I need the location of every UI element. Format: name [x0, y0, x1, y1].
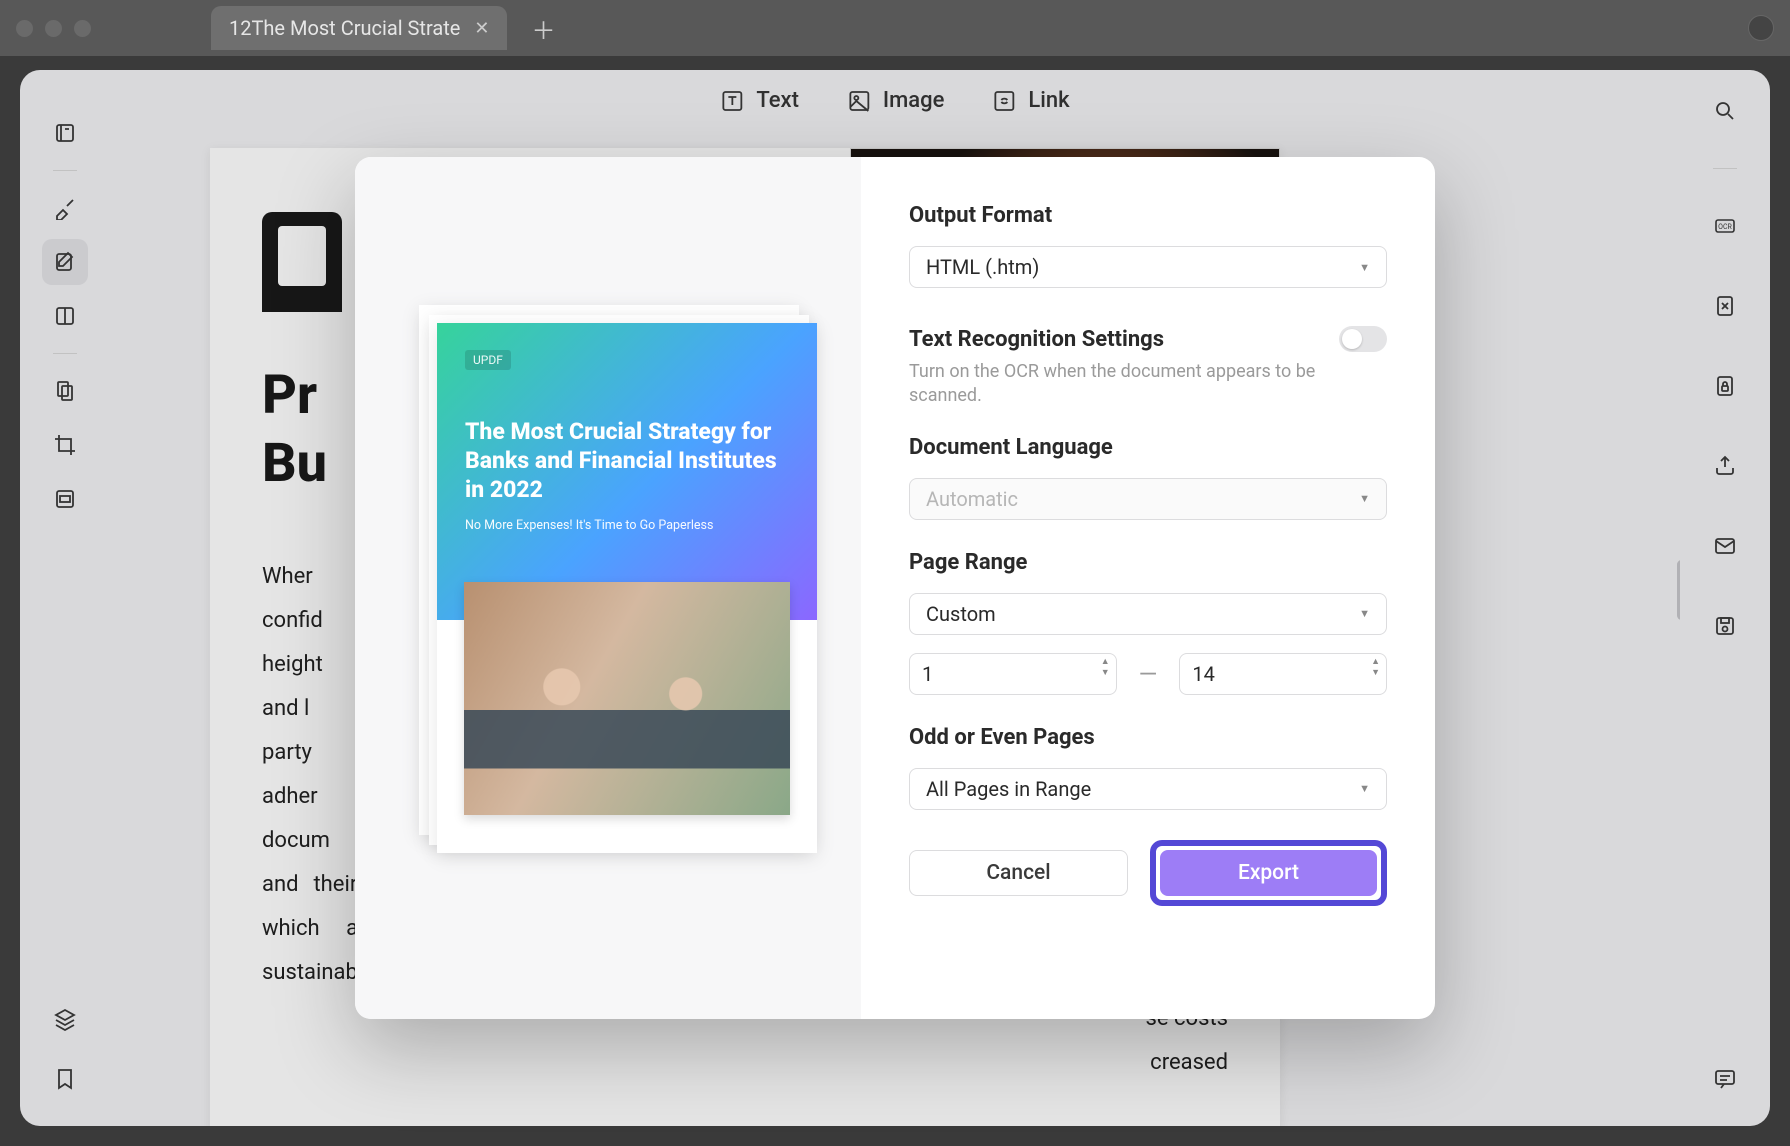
minimize-window-icon[interactable] [45, 20, 62, 37]
chevron-down-icon: ▼ [1359, 782, 1370, 795]
modal-backdrop: UPDF The Most Crucial Strategy for Banks… [20, 70, 1770, 1126]
cover-logo: UPDF [465, 350, 511, 370]
chevron-down-icon: ▼ [1359, 607, 1370, 620]
ocr-label: Text Recognition Settings [909, 327, 1164, 352]
export-button-highlight: Export [1150, 840, 1387, 906]
cover-image [464, 582, 791, 815]
tab-title: 12The Most Crucial Strate [229, 16, 460, 40]
app-frame: Text Image Link Pr Bu Wher confid height… [20, 70, 1770, 1126]
cancel-label: Cancel [986, 861, 1050, 885]
odd-even-label: Odd or Even Pages [909, 725, 1387, 750]
cover-subtitle: No More Expenses! It's Time to Go Paperl… [465, 518, 789, 533]
maximize-window-icon[interactable] [74, 20, 91, 37]
export-label: Export [1238, 861, 1299, 885]
doc-lang-value: Automatic [926, 487, 1018, 511]
odd-even-select[interactable]: All Pages in Range ▼ [909, 768, 1387, 810]
preview-cover-page: UPDF The Most Crucial Strategy for Banks… [437, 323, 817, 853]
page-from-input[interactable]: 1 ▲▼ [909, 653, 1117, 695]
odd-even-value: All Pages in Range [926, 777, 1091, 801]
output-format-value: HTML (.htm) [926, 255, 1039, 279]
chevron-down-icon: ▼ [1359, 261, 1370, 274]
doc-lang-select[interactable]: Automatic ▼ [909, 478, 1387, 520]
stepper-icon[interactable]: ▲▼ [1371, 658, 1380, 678]
ocr-toggle[interactable] [1339, 326, 1387, 352]
cancel-button[interactable]: Cancel [909, 850, 1128, 896]
dialog-form: Output Format HTML (.htm) ▼ Text Recogni… [861, 157, 1435, 1019]
export-button[interactable]: Export [1160, 850, 1377, 896]
page-range-mode-value: Custom [926, 602, 996, 626]
output-format-select[interactable]: HTML (.htm) ▼ [909, 246, 1387, 288]
output-format-label: Output Format [909, 203, 1387, 228]
doc-lang-label: Document Language [909, 435, 1387, 460]
page-from-value: 1 [922, 662, 933, 686]
avatar[interactable] [1748, 15, 1774, 41]
export-dialog: UPDF The Most Crucial Strategy for Banks… [355, 157, 1435, 1019]
range-dash: — [1139, 660, 1158, 688]
page-to-value: 14 [1192, 662, 1214, 686]
dialog-preview-pane: UPDF The Most Crucial Strategy for Banks… [355, 157, 861, 1019]
page-range-select[interactable]: Custom ▼ [909, 593, 1387, 635]
cover-title: The Most Crucial Strategy for Banks and … [465, 418, 789, 504]
stepper-icon[interactable]: ▲▼ [1101, 658, 1110, 678]
traffic-lights [16, 20, 91, 37]
page-range-label: Page Range [909, 550, 1387, 575]
close-window-icon[interactable] [16, 20, 33, 37]
ocr-help-text: Turn on the OCR when the document appear… [909, 360, 1387, 409]
page-to-input[interactable]: 14 ▲▼ [1179, 653, 1387, 695]
new-tab-button[interactable]: ＋ [531, 11, 555, 46]
close-tab-icon[interactable]: ✕ [474, 18, 489, 39]
chevron-down-icon: ▼ [1359, 492, 1370, 505]
document-tab[interactable]: 12The Most Crucial Strate ✕ [211, 6, 507, 50]
window-titlebar: 12The Most Crucial Strate ✕ ＋ [0, 0, 1790, 56]
